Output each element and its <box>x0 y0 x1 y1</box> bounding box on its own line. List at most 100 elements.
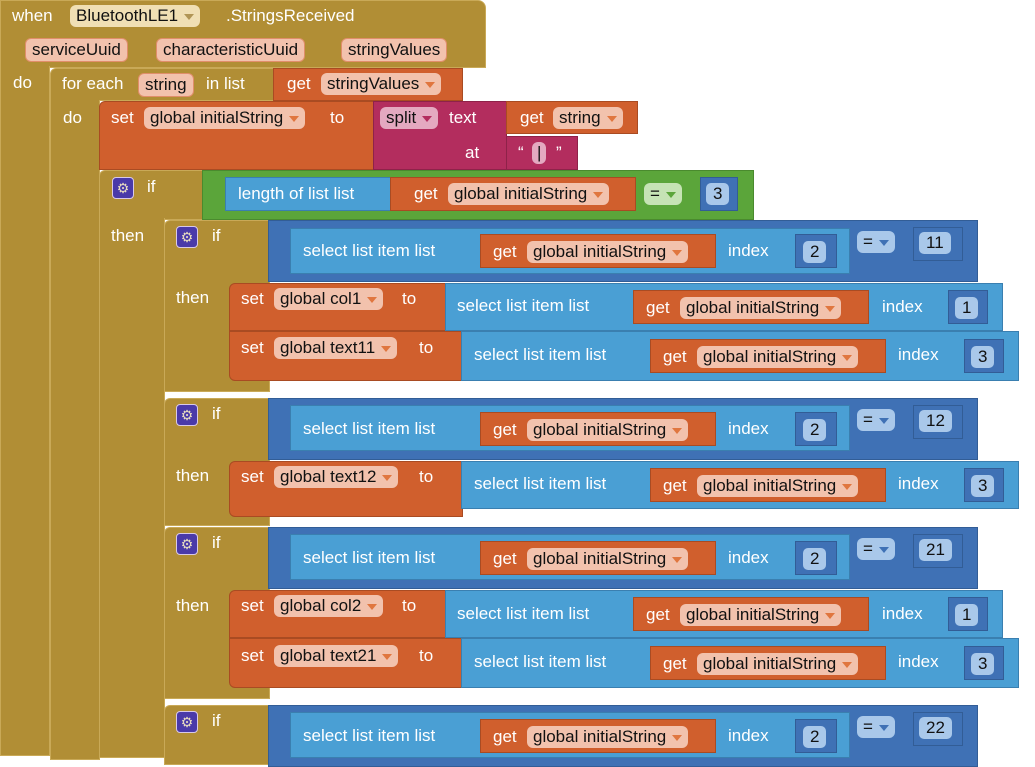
gear-icon[interactable]: ⚙ <box>176 711 198 733</box>
get-keyword: get <box>646 298 670 317</box>
compare-value[interactable]: 21 <box>919 539 952 561</box>
chevron-down-icon <box>878 724 889 731</box>
initialString-dropdown[interactable]: global initialString <box>697 475 859 497</box>
chevron-down-icon <box>825 305 836 312</box>
index-label: index <box>898 652 939 671</box>
var-dropdown[interactable]: global col2 <box>274 595 384 617</box>
index-value[interactable]: 2 <box>803 241 827 263</box>
index-label: index <box>898 474 939 493</box>
if-keyword: if <box>212 226 221 245</box>
set-keyword: set <box>241 338 264 357</box>
gear-icon[interactable]: ⚙ <box>176 404 198 426</box>
gear-icon[interactable]: ⚙ <box>112 177 134 199</box>
initialString-dropdown[interactable]: global initialString <box>144 107 306 129</box>
gear-icon[interactable]: ⚙ <box>176 533 198 555</box>
get-keyword: get <box>520 108 544 127</box>
index-value[interactable]: 3 <box>971 653 995 675</box>
foreach-block-body[interactable] <box>50 100 100 760</box>
initialString-dropdown[interactable]: global initialString <box>697 653 859 675</box>
component-dropdown[interactable]: BluetoothLE1 <box>70 5 201 27</box>
eq-op-dropdown[interactable]: = <box>644 183 682 205</box>
split-op-dropdown[interactable]: split <box>380 107 439 129</box>
op-symbol: = <box>863 717 873 736</box>
index-value[interactable]: 1 <box>955 604 979 626</box>
op-symbol: = <box>863 410 873 429</box>
to-keyword: to <box>419 467 434 486</box>
chevron-down-icon <box>665 191 676 198</box>
chevron-down-icon <box>842 661 853 668</box>
var-name: string <box>559 108 601 127</box>
var-dropdown[interactable]: global text21 <box>274 645 399 667</box>
outer-if-body[interactable] <box>99 218 165 758</box>
string-dropdown[interactable]: string <box>553 107 623 129</box>
chevron-down-icon <box>672 427 683 434</box>
var-dropdown[interactable]: global text11 <box>274 337 398 359</box>
chevron-down-icon <box>289 115 300 122</box>
var-name: global text12 <box>280 467 377 486</box>
var-name: global initialString <box>686 298 820 317</box>
get-keyword: get <box>663 347 687 366</box>
op-symbol: = <box>863 232 873 251</box>
if-keyword: if <box>212 711 221 730</box>
param-stringValues[interactable]: stringValues <box>341 38 448 62</box>
get-keyword: get <box>493 727 517 746</box>
eq-op-dropdown[interactable]: = <box>857 716 895 738</box>
index-label: index <box>728 726 769 745</box>
initialString-dropdown[interactable]: global initialString <box>680 604 842 626</box>
stringValues-dropdown[interactable]: stringValues <box>321 73 442 95</box>
eq-op-dropdown[interactable]: = <box>857 409 895 431</box>
select-list-item-label: select list item list <box>474 345 607 364</box>
var-name: global initialString <box>533 549 667 568</box>
loop-variable[interactable]: string <box>138 73 194 97</box>
number-value[interactable]: 3 <box>706 183 730 205</box>
index-value[interactable]: 3 <box>971 346 995 368</box>
var-name: global initialString <box>533 727 667 746</box>
var-dropdown[interactable]: global col1 <box>274 288 384 310</box>
var-name: stringValues <box>327 74 420 93</box>
initialString-dropdown[interactable]: global initialString <box>448 183 610 205</box>
initialString-dropdown[interactable]: global initialString <box>527 241 689 263</box>
index-label: index <box>882 297 923 316</box>
initialString-dropdown[interactable]: global initialString <box>527 548 689 570</box>
param-characteristicUuid[interactable]: characteristicUuid <box>156 38 306 62</box>
then-keyword: then <box>176 288 210 307</box>
get-keyword: get <box>493 420 517 439</box>
gear-icon[interactable]: ⚙ <box>176 226 198 248</box>
chevron-down-icon <box>672 734 683 741</box>
op-name: split <box>386 108 417 127</box>
then-keyword: then <box>176 596 210 615</box>
select-list-item-label: select list item list <box>303 548 436 567</box>
var-dropdown[interactable]: global text12 <box>274 466 399 488</box>
var-name: global initialString <box>533 242 667 261</box>
select-list-item-label: select list item list <box>474 652 607 671</box>
compare-value[interactable]: 11 <box>919 232 951 254</box>
compare-value[interactable]: 12 <box>919 410 952 432</box>
index-value[interactable]: 2 <box>803 419 827 441</box>
var-name: global initialString <box>703 476 837 495</box>
compare-value[interactable]: 22 <box>919 717 952 739</box>
index-value[interactable]: 2 <box>803 726 827 748</box>
eq-op-dropdown[interactable]: = <box>857 231 895 253</box>
separator-text-input[interactable]: | <box>532 142 547 164</box>
length-of-list-label: length of list list <box>238 184 355 203</box>
set-keyword: set <box>241 289 264 308</box>
initialString-dropdown[interactable]: global initialString <box>697 346 859 368</box>
index-label: index <box>728 419 769 438</box>
get-keyword: get <box>493 242 517 261</box>
event-block-body[interactable] <box>0 66 50 756</box>
eq-op-dropdown[interactable]: = <box>857 538 895 560</box>
index-label: index <box>728 548 769 567</box>
chevron-down-icon <box>425 81 436 88</box>
quote-open: “ <box>518 143 524 162</box>
param-serviceUuid[interactable]: serviceUuid <box>25 38 128 62</box>
initialString-dropdown[interactable]: global initialString <box>527 726 689 748</box>
index-value[interactable]: 2 <box>803 548 827 570</box>
chevron-down-icon <box>878 239 889 246</box>
index-value[interactable]: 3 <box>971 475 995 497</box>
set-keyword: set <box>111 108 134 127</box>
index-value[interactable]: 1 <box>955 297 979 319</box>
initialString-dropdown[interactable]: global initialString <box>527 419 689 441</box>
initialString-dropdown[interactable]: global initialString <box>680 297 842 319</box>
var-name: global text11 <box>280 338 376 357</box>
select-list-item-label: select list item list <box>303 241 436 260</box>
